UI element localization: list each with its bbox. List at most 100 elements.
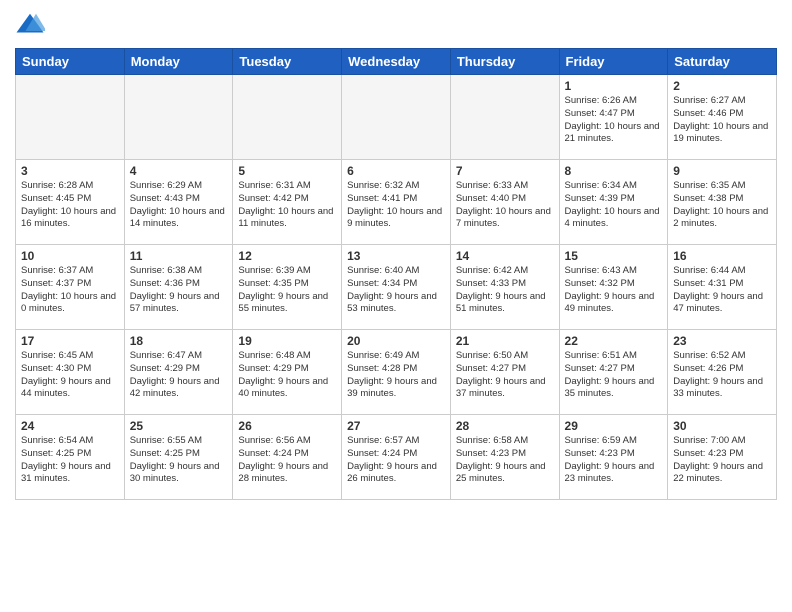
- calendar-cell: [233, 75, 342, 160]
- day-number: 15: [565, 249, 663, 263]
- calendar-cell: 5 Sunrise: 6:31 AM Sunset: 4:42 PM Daylig…: [233, 160, 342, 245]
- day-number: 18: [130, 334, 228, 348]
- day-info: Sunrise: 6:40 AM Sunset: 4:34 PM Dayligh…: [347, 265, 445, 316]
- day-number: 5: [238, 164, 336, 178]
- day-info: Sunrise: 6:43 AM Sunset: 4:32 PM Dayligh…: [565, 265, 663, 316]
- day-number: 14: [456, 249, 554, 263]
- calendar-cell: 19 Sunrise: 6:48 AM Sunset: 4:29 PM Dayli…: [233, 330, 342, 415]
- calendar-cell: 4 Sunrise: 6:29 AM Sunset: 4:43 PM Daylig…: [124, 160, 233, 245]
- calendar-cell: 10 Sunrise: 6:37 AM Sunset: 4:37 PM Dayli…: [16, 245, 125, 330]
- calendar-cell: 1 Sunrise: 6:26 AM Sunset: 4:47 PM Daylig…: [559, 75, 668, 160]
- day-number: 26: [238, 419, 336, 433]
- day-info: Sunrise: 6:50 AM Sunset: 4:27 PM Dayligh…: [456, 350, 554, 401]
- calendar-cell: [450, 75, 559, 160]
- day-info: Sunrise: 6:57 AM Sunset: 4:24 PM Dayligh…: [347, 435, 445, 486]
- day-number: 23: [673, 334, 771, 348]
- day-info: Sunrise: 6:33 AM Sunset: 4:40 PM Dayligh…: [456, 180, 554, 231]
- calendar-cell: 18Sunrise: 6:47 AM Sunset: 4:29 PM Dayli…: [124, 330, 233, 415]
- day-number: 8: [565, 164, 663, 178]
- calendar-cell: 12 Sunrise: 6:39 AM Sunset: 4:35 PM Dayli…: [233, 245, 342, 330]
- day-number: 13: [347, 249, 445, 263]
- day-info: Sunrise: 6:26 AM Sunset: 4:47 PM Dayligh…: [565, 95, 663, 146]
- header: [15, 10, 777, 40]
- day-number: 12: [238, 249, 336, 263]
- calendar-cell: 16 Sunrise: 6:44 AM Sunset: 4:31 PM Dayli…: [668, 245, 777, 330]
- day-info: Sunrise: 6:35 AM Sunset: 4:38 PM Dayligh…: [673, 180, 771, 231]
- calendar-cell: 24 Sunrise: 6:54 AM Sunset: 4:25 PM Dayli…: [16, 415, 125, 500]
- day-number: 6: [347, 164, 445, 178]
- day-number: 2: [673, 79, 771, 93]
- calendar-day-header: Monday: [124, 49, 233, 75]
- day-info: Sunrise: 6:34 AM Sunset: 4:39 PM Dayligh…: [565, 180, 663, 231]
- logo: [15, 10, 49, 40]
- calendar-cell: 25 Sunrise: 6:55 AM Sunset: 4:25 PM Dayli…: [124, 415, 233, 500]
- day-number: 10: [21, 249, 119, 263]
- day-info: Sunrise: 6:38 AM Sunset: 4:36 PM Dayligh…: [130, 265, 228, 316]
- calendar-cell: 23 Sunrise: 6:52 AM Sunset: 4:26 PM Dayli…: [668, 330, 777, 415]
- day-number: 1: [565, 79, 663, 93]
- day-number: 22: [565, 334, 663, 348]
- calendar-cell: 13 Sunrise: 6:40 AM Sunset: 4:34 PM Dayli…: [342, 245, 451, 330]
- day-number: 27: [347, 419, 445, 433]
- day-number: 9: [673, 164, 771, 178]
- day-number: 24: [21, 419, 119, 433]
- calendar-day-header: Sunday: [16, 49, 125, 75]
- day-number: 21: [456, 334, 554, 348]
- day-info: Sunrise: 6:48 AM Sunset: 4:29 PM Dayligh…: [238, 350, 336, 401]
- day-info: Sunrise: 6:59 AM Sunset: 4:23 PM Dayligh…: [565, 435, 663, 486]
- day-number: 25: [130, 419, 228, 433]
- day-number: 19: [238, 334, 336, 348]
- day-info: Sunrise: 6:42 AM Sunset: 4:33 PM Dayligh…: [456, 265, 554, 316]
- calendar-header-row: SundayMondayTuesdayWednesdayThursdayFrid…: [16, 49, 777, 75]
- day-info: Sunrise: 6:27 AM Sunset: 4:46 PM Dayligh…: [673, 95, 771, 146]
- day-info: Sunrise: 6:32 AM Sunset: 4:41 PM Dayligh…: [347, 180, 445, 231]
- day-number: 16: [673, 249, 771, 263]
- calendar-cell: 26 Sunrise: 6:56 AM Sunset: 4:24 PM Dayli…: [233, 415, 342, 500]
- day-info: Sunrise: 6:51 AM Sunset: 4:27 PM Dayligh…: [565, 350, 663, 401]
- day-info: Sunrise: 6:54 AM Sunset: 4:25 PM Dayligh…: [21, 435, 119, 486]
- calendar-day-header: Tuesday: [233, 49, 342, 75]
- calendar-week-row: 1 Sunrise: 6:26 AM Sunset: 4:47 PM Daylig…: [16, 75, 777, 160]
- calendar: SundayMondayTuesdayWednesdayThursdayFrid…: [15, 48, 777, 500]
- calendar-cell: 30 Sunrise: 7:00 AM Sunset: 4:23 PM Dayli…: [668, 415, 777, 500]
- calendar-cell: 3 Sunrise: 6:28 AM Sunset: 4:45 PM Daylig…: [16, 160, 125, 245]
- day-number: 17: [21, 334, 119, 348]
- calendar-week-row: 17 Sunrise: 6:45 AM Sunset: 4:30 PM Dayli…: [16, 330, 777, 415]
- day-info: Sunrise: 6:37 AM Sunset: 4:37 PM Dayligh…: [21, 265, 119, 316]
- calendar-cell: 15 Sunrise: 6:43 AM Sunset: 4:32 PM Dayli…: [559, 245, 668, 330]
- calendar-cell: [16, 75, 125, 160]
- day-info: Sunrise: 6:56 AM Sunset: 4:24 PM Dayligh…: [238, 435, 336, 486]
- day-info: Sunrise: 6:28 AM Sunset: 4:45 PM Dayligh…: [21, 180, 119, 231]
- calendar-week-row: 10 Sunrise: 6:37 AM Sunset: 4:37 PM Dayli…: [16, 245, 777, 330]
- calendar-cell: 17 Sunrise: 6:45 AM Sunset: 4:30 PM Dayli…: [16, 330, 125, 415]
- day-info: Sunrise: 6:58 AM Sunset: 4:23 PM Dayligh…: [456, 435, 554, 486]
- calendar-cell: 29 Sunrise: 6:59 AM Sunset: 4:23 PM Dayli…: [559, 415, 668, 500]
- calendar-cell: 27 Sunrise: 6:57 AM Sunset: 4:24 PM Dayli…: [342, 415, 451, 500]
- day-info: Sunrise: 6:29 AM Sunset: 4:43 PM Dayligh…: [130, 180, 228, 231]
- calendar-cell: 28 Sunrise: 6:58 AM Sunset: 4:23 PM Dayli…: [450, 415, 559, 500]
- calendar-cell: 2 Sunrise: 6:27 AM Sunset: 4:46 PM Daylig…: [668, 75, 777, 160]
- calendar-cell: 7Sunrise: 6:33 AM Sunset: 4:40 PM Daylig…: [450, 160, 559, 245]
- calendar-cell: 9 Sunrise: 6:35 AM Sunset: 4:38 PM Daylig…: [668, 160, 777, 245]
- calendar-cell: 11Sunrise: 6:38 AM Sunset: 4:36 PM Dayli…: [124, 245, 233, 330]
- calendar-cell: [124, 75, 233, 160]
- day-number: 4: [130, 164, 228, 178]
- day-info: Sunrise: 6:31 AM Sunset: 4:42 PM Dayligh…: [238, 180, 336, 231]
- day-info: Sunrise: 6:55 AM Sunset: 4:25 PM Dayligh…: [130, 435, 228, 486]
- day-number: 30: [673, 419, 771, 433]
- calendar-cell: 8 Sunrise: 6:34 AM Sunset: 4:39 PM Daylig…: [559, 160, 668, 245]
- calendar-week-row: 24 Sunrise: 6:54 AM Sunset: 4:25 PM Dayli…: [16, 415, 777, 500]
- day-number: 3: [21, 164, 119, 178]
- day-info: Sunrise: 7:00 AM Sunset: 4:23 PM Dayligh…: [673, 435, 771, 486]
- day-info: Sunrise: 6:52 AM Sunset: 4:26 PM Dayligh…: [673, 350, 771, 401]
- day-info: Sunrise: 6:39 AM Sunset: 4:35 PM Dayligh…: [238, 265, 336, 316]
- day-info: Sunrise: 6:45 AM Sunset: 4:30 PM Dayligh…: [21, 350, 119, 401]
- day-info: Sunrise: 6:44 AM Sunset: 4:31 PM Dayligh…: [673, 265, 771, 316]
- calendar-cell: [342, 75, 451, 160]
- calendar-cell: 20Sunrise: 6:49 AM Sunset: 4:28 PM Dayli…: [342, 330, 451, 415]
- day-number: 29: [565, 419, 663, 433]
- logo-icon: [15, 10, 45, 40]
- main-container: SundayMondayTuesdayWednesdayThursdayFrid…: [0, 0, 792, 505]
- calendar-cell: 6 Sunrise: 6:32 AM Sunset: 4:41 PM Daylig…: [342, 160, 451, 245]
- day-number: 28: [456, 419, 554, 433]
